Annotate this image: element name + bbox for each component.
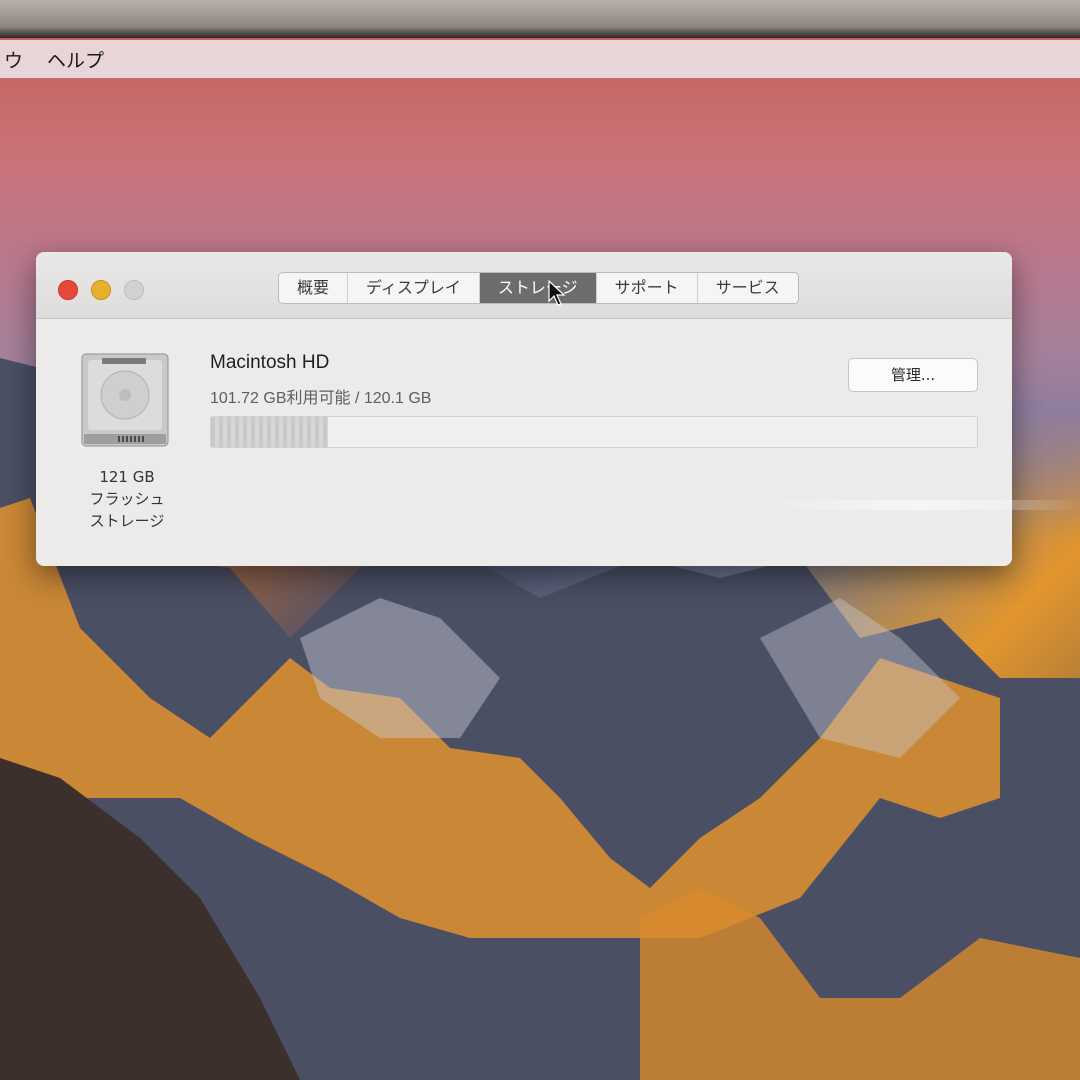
- zoom-icon: [124, 280, 144, 300]
- tab-storage[interactable]: ストレージ: [479, 273, 597, 303]
- pointer-cursor-icon: [548, 280, 566, 306]
- volume-availability: 101.72 GB利用可能 / 120.1 GB: [210, 390, 432, 407]
- menu-item-help[interactable]: ヘルプ: [43, 46, 108, 73]
- tab-service[interactable]: サービス: [698, 273, 798, 303]
- disk-caption: 121 GB フラッシュ ストレージ: [72, 466, 182, 532]
- screen-glare: [760, 500, 1080, 510]
- volume-name: Macintosh HD: [210, 352, 330, 373]
- tab-support[interactable]: サポート: [597, 273, 698, 303]
- tab-overview[interactable]: 概要: [279, 273, 349, 303]
- window-titlebar: 概要 ディスプレイ ストレージ サポート サービス: [36, 252, 1012, 319]
- storage-usage-bar: [210, 416, 978, 448]
- hard-drive-icon: [81, 353, 169, 447]
- disk-type-label-2: ストレージ: [89, 512, 165, 530]
- storage-usage-fill: [211, 417, 329, 447]
- minimize-icon[interactable]: [91, 280, 111, 300]
- menu-item-window[interactable]: ウ: [0, 46, 27, 73]
- disk-capacity-label: 121 GB: [99, 468, 155, 486]
- tab-display[interactable]: ディスプレイ: [348, 273, 480, 303]
- about-this-mac-window: 概要 ディスプレイ ストレージ サポート サービス 121 GB フラッシュ ス…: [36, 252, 1012, 566]
- manage-button[interactable]: 管理...: [848, 358, 978, 392]
- tab-bar: 概要 ディスプレイ ストレージ サポート サービス: [278, 272, 799, 304]
- screen-bezel: [0, 0, 1080, 38]
- disk-type-label: フラッシュ: [89, 490, 165, 508]
- close-icon[interactable]: [58, 280, 78, 300]
- menu-bar: ウ ヘルプ: [0, 40, 1080, 78]
